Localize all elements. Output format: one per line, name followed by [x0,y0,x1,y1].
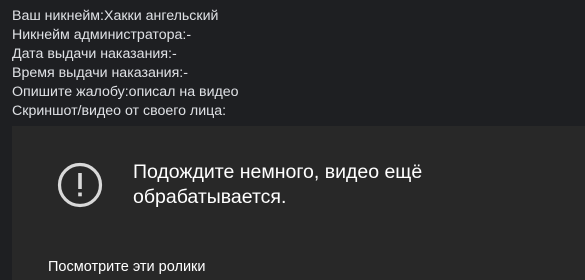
evidence-line: Скриншот/видео от своего лица: [12,103,227,119]
video-processing-message: Подождите немного, видео ещё обрабатывае… [57,160,533,210]
embedded-video-player[interactable]: Подождите немного, видео ещё обрабатывае… [12,126,585,280]
processing-text-line-2: обрабатывается. [133,186,287,208]
punishment-date-line: Дата выдачи наказания:- [12,46,177,62]
nickname-line: Ваш никнейм:Хакки ангельский [12,8,219,24]
suggested-videos-heading: Посмотрите эти ролики [48,259,206,275]
complaint-form-text: Ваш никнейм:Хакки ангельский Никнейм адм… [12,7,577,121]
alert-circle-icon [57,162,103,208]
punishment-time-line: Время выдачи наказания:- [12,65,188,81]
processing-text: Подождите немного, видео ещё обрабатывае… [133,160,533,210]
processing-text-line-1: Подождите немного, видео ещё [133,161,423,183]
admin-nickname-line: Никнейм администратора:- [12,27,192,43]
complaint-description-line: Опишите жалобу:описал на видео [12,84,239,100]
